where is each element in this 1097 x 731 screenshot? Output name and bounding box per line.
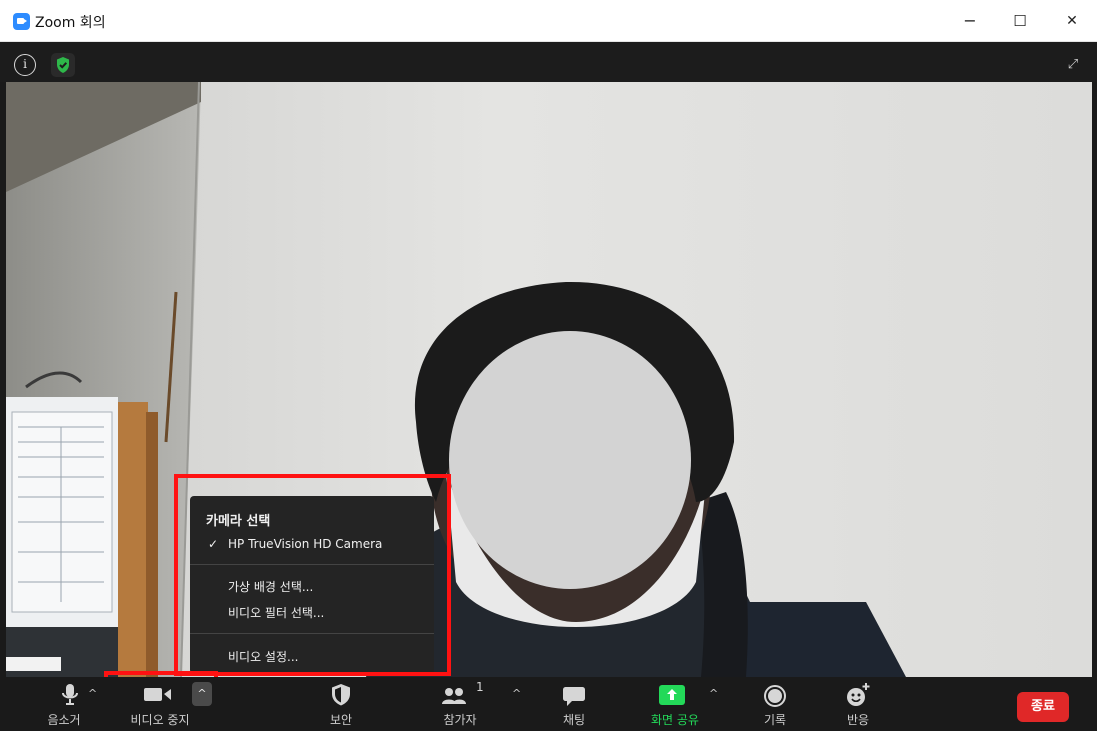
meeting-top-bar: i ⤢ <box>0 42 1097 82</box>
security-shield-icon[interactable] <box>51 53 75 77</box>
mute-button[interactable]: 음소거 <box>42 677 98 731</box>
security-label: 보안 <box>329 713 353 727</box>
maximize-button[interactable]: ☐ <box>1008 10 1032 32</box>
title-bar: Zoom 회의 − ☐ ✕ <box>0 0 1097 42</box>
fullscreen-icon[interactable]: ⤢ <box>1061 54 1085 76</box>
video-feed <box>6 82 1092 677</box>
participants-options-caret-icon[interactable]: ^ <box>512 687 521 700</box>
security-shield-icon <box>330 683 352 711</box>
reaction-smiley-icon <box>845 682 871 712</box>
reactions-label: 반응 <box>846 713 870 727</box>
security-button[interactable]: 보안 <box>316 677 366 731</box>
share-options-caret-icon[interactable]: ^ <box>709 687 718 700</box>
menu-highlight-box <box>174 474 451 676</box>
camera-image <box>6 82 1092 677</box>
share-screen-button[interactable]: 화면 공유 <box>640 677 710 731</box>
record-icon <box>763 684 787 712</box>
chat-bubble-icon <box>562 685 586 711</box>
record-label: 기록 <box>763 713 787 727</box>
end-meeting-button[interactable]: 종료 <box>1017 692 1069 722</box>
record-button[interactable]: 기록 <box>750 677 800 731</box>
zoom-app-icon <box>13 13 30 30</box>
window-title: Zoom 회의 <box>35 15 106 31</box>
chat-button[interactable]: 채팅 <box>549 677 599 731</box>
reactions-button[interactable]: 반응 <box>832 677 884 731</box>
participants-icon <box>441 687 467 709</box>
chat-label: 채팅 <box>562 713 586 727</box>
stop-video-label: 비디오 중지 <box>130 713 190 727</box>
share-screen-label: 화면 공유 <box>651 713 699 727</box>
participants-count: 1 <box>476 680 484 694</box>
close-button[interactable]: ✕ <box>1060 10 1084 32</box>
stop-video-button[interactable]: 비디오 중지 <box>120 677 200 731</box>
share-screen-icon <box>658 684 686 710</box>
mute-label: 음소거 <box>47 713 81 727</box>
video-options-caret-icon[interactable]: ^ <box>192 682 212 706</box>
participants-button[interactable]: 1 참가자 <box>430 677 490 731</box>
meeting-toolbar: 음소거 ^ 비디오 중지 ^ 보안 1 참가자 ^ 채팅 화면 공유 ^ 기록 … <box>0 677 1097 731</box>
participants-label: 참가자 <box>443 713 477 727</box>
video-camera-icon <box>143 686 173 706</box>
minimize-button[interactable]: − <box>958 10 982 32</box>
audio-options-caret-icon[interactable]: ^ <box>88 687 97 700</box>
microphone-icon <box>60 683 80 711</box>
info-icon[interactable]: i <box>14 54 36 76</box>
